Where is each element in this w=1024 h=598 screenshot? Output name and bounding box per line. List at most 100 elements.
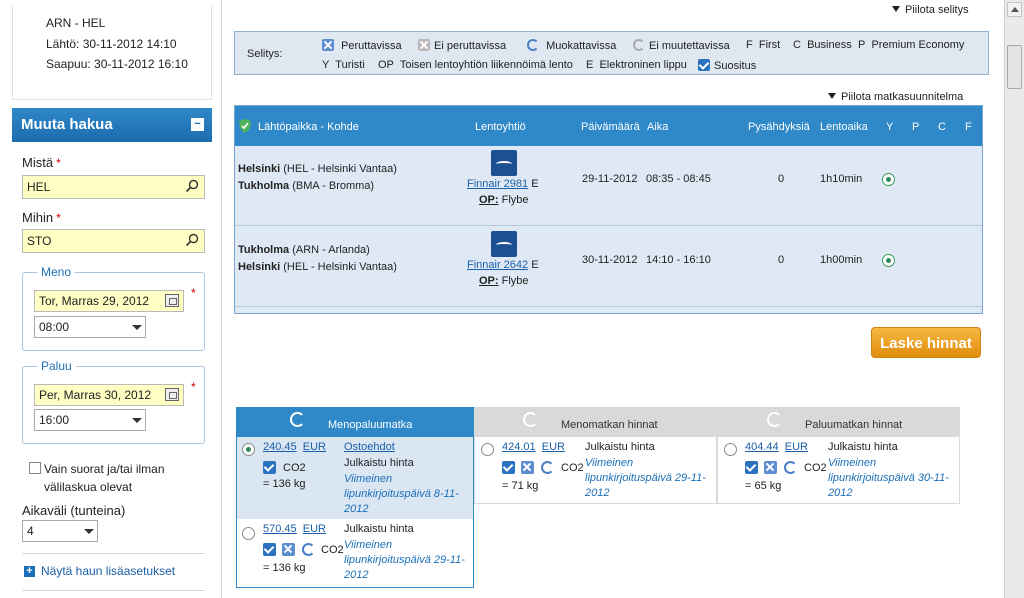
currency-link[interactable]: EUR: [303, 523, 326, 535]
scroll-up-icon[interactable]: [1007, 2, 1022, 17]
itinerary-table: Lähtöpaikka - Kohde Lentoyhtiö Päivämäär…: [234, 105, 983, 314]
flight-stops: 0: [778, 173, 785, 185]
recommended-icon: [698, 59, 710, 71]
flight-time: 08:35 - 08:45: [646, 173, 711, 185]
legend-premium: P Premium Economy: [858, 39, 965, 51]
triangle-down-icon: [828, 93, 836, 99]
purchase-terms-link[interactable]: Ostoehdot: [344, 441, 395, 453]
calendar-icon[interactable]: [165, 388, 179, 401]
price-link[interactable]: 570.45: [263, 523, 297, 535]
price-option: 240.45 EUR Ostoehdot Julkaistu hinta CO2…: [237, 437, 473, 519]
scrollbar[interactable]: [1004, 0, 1024, 598]
return-date-input[interactable]: Per, Marras 30, 2012: [34, 384, 184, 406]
currency-link[interactable]: EUR: [785, 441, 808, 453]
chevron-down-icon[interactable]: [128, 410, 145, 430]
legend-business: C Business: [793, 39, 852, 51]
price-option: 570.45 EUR Julkaistu hinta CO2 = 136 kg …: [237, 519, 473, 587]
header-duration: Lentoaika: [820, 121, 868, 133]
recommended-icon: [263, 461, 276, 474]
calendar-icon[interactable]: [165, 294, 179, 307]
header-route: Lähtöpaikka - Kohde: [258, 121, 359, 133]
trip-summary: ARN - HEL Lähtö: 30-11-2012 14:10 Saapuu…: [12, 6, 212, 100]
price-radio[interactable]: [481, 443, 494, 456]
co2-label: CO2: [804, 462, 827, 474]
outbound-time-select[interactable]: 08:00: [34, 316, 146, 338]
flight-operator: OP: Flybe: [479, 194, 529, 206]
flight-from: Tukholma (ARN - Arlanda): [238, 244, 370, 256]
flight-number-link[interactable]: Finnair 2642: [467, 259, 528, 271]
to-input[interactable]: STO: [22, 229, 205, 253]
chevron-down-icon[interactable]: [80, 521, 97, 541]
price-radio[interactable]: [724, 443, 737, 456]
flight-number-link[interactable]: Finnair 2981: [467, 178, 528, 190]
outbound-fieldset: Meno Tor, Marras 29, 2012 * 08:00: [22, 265, 205, 351]
flight-operator: OP: Flybe: [479, 275, 529, 287]
legend-nonchangeable: Ei muutettavissa: [633, 39, 730, 52]
return-options: 404.44 EUR Julkaistu hinta CO2 = 65 kg V…: [717, 437, 960, 504]
currency-link[interactable]: EUR: [542, 441, 565, 453]
recommended-icon: [502, 461, 515, 474]
refresh-icon: [290, 412, 305, 427]
price-option: 424.01 EUR Julkaistu hinta CO2 = 71 kg V…: [475, 437, 716, 503]
outbound-date-input[interactable]: Tor, Marras 29, 2012: [34, 290, 184, 312]
return-time-select[interactable]: 16:00: [34, 409, 146, 431]
tab-outbound-prices[interactable]: Menomatkan hinnat: [474, 407, 717, 437]
more-options-link[interactable]: Näytä haun lisäasetukset: [41, 564, 175, 578]
class-y-radio[interactable]: [882, 173, 895, 186]
nonchangeable-icon: [633, 39, 645, 51]
search-icon[interactable]: [185, 233, 199, 247]
time-window-select[interactable]: 4: [22, 520, 98, 542]
price-radio[interactable]: [242, 527, 255, 540]
airline-logo: [491, 231, 517, 257]
direct-only-checkbox[interactable]: [29, 462, 41, 474]
legend-refundable: Peruttavissa: [322, 39, 402, 52]
nonrefundable-icon: [418, 39, 430, 51]
chevron-down-icon[interactable]: [128, 317, 145, 337]
header-class-p: P: [912, 121, 920, 133]
legend-first: F First: [746, 39, 781, 51]
fare-type: Julkaistu hinta: [585, 441, 655, 453]
refundable-icon: [764, 461, 777, 474]
price-link[interactable]: 404.44: [745, 441, 779, 453]
search-panel-title: Muuta hakua: [21, 116, 113, 133]
header-stops: Pysähdyksiä: [748, 121, 810, 133]
divider: [22, 553, 205, 554]
price-link[interactable]: 424.01: [502, 441, 536, 453]
tab-return-prices[interactable]: Paluumatkan hinnat: [717, 407, 960, 437]
fare-type: Julkaistu hinta: [344, 457, 414, 469]
flight-from: Helsinki (HEL - Helsinki Vantaa): [238, 163, 397, 175]
legend-nonrefundable: Ei peruttavissa: [418, 39, 506, 52]
trip-route: ARN - HEL: [46, 16, 106, 30]
calculate-prices-button[interactable]: Laske hinnat: [871, 327, 981, 358]
tab-roundtrip[interactable]: Menopaluumatka: [236, 407, 474, 437]
currency-link[interactable]: EUR: [303, 441, 326, 453]
from-input[interactable]: HEL: [22, 175, 205, 199]
outbound-legend: Meno: [37, 265, 76, 279]
flight-to: Tukholma (BMA - Bromma): [238, 180, 375, 192]
co2-value: = 136 kg: [263, 562, 306, 574]
hide-legend-toggle[interactable]: Piilota selitys: [892, 4, 969, 16]
to-label: Mihin *: [22, 210, 61, 225]
flight-airline: Finnair 2642 E: [467, 259, 539, 271]
recommended-icon: [263, 543, 276, 556]
price-radio[interactable]: [242, 443, 255, 456]
legend-title: Selitys:: [247, 48, 283, 60]
scroll-thumb[interactable]: [1007, 45, 1022, 89]
refresh-icon: [523, 412, 538, 427]
trip-departure: Lähtö: 30-11-2012 14:10: [46, 37, 177, 51]
refundable-icon: [322, 39, 334, 51]
sidebar: ARN - HEL Lähtö: 30-11-2012 14:10 Saapuu…: [0, 0, 220, 598]
search-icon[interactable]: [185, 179, 199, 193]
header-class-f: F: [965, 121, 972, 133]
main-content: Piilota selitys Selitys: Peruttavissa Ei…: [221, 0, 1004, 598]
hide-plan-toggle[interactable]: Piilota matkasuunnitelma: [828, 91, 963, 103]
flight-duration: 1h10min: [820, 173, 863, 185]
header-class-c: C: [938, 121, 946, 133]
plus-icon[interactable]: +: [24, 566, 35, 577]
price-link[interactable]: 240.45: [263, 441, 297, 453]
flight-time: 14:10 - 16:10: [646, 254, 711, 266]
roundtrip-options: 240.45 EUR Ostoehdot Julkaistu hinta CO2…: [236, 437, 474, 588]
minimize-icon[interactable]: −: [191, 118, 204, 131]
class-y-radio[interactable]: [882, 254, 895, 267]
legend-recommended: Suositus: [698, 59, 756, 72]
